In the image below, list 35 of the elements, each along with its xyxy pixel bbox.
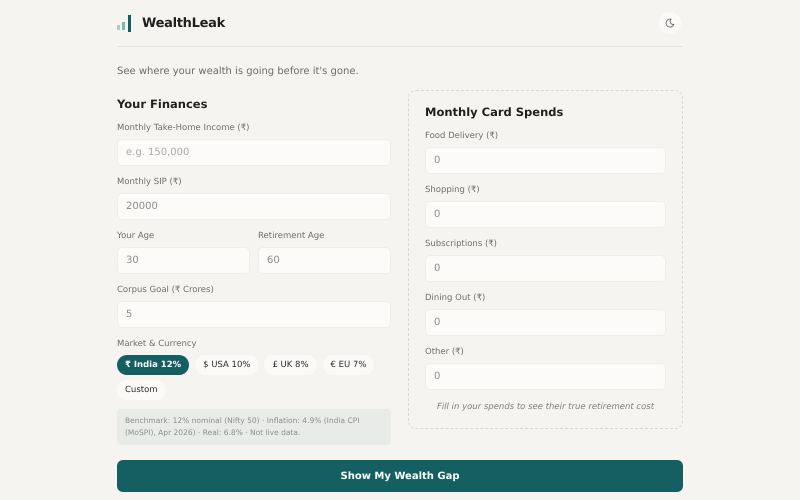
bar-chart-icon [117, 14, 133, 32]
field-label: Market & Currency [117, 339, 198, 349]
input-field[interactable]: 20000 [117, 193, 391, 220]
field-label: Dining Out (₹) [425, 293, 486, 303]
field-label: Other (₹) [425, 347, 465, 357]
field-label: Monthly Take-Home Income (₹) [117, 123, 250, 133]
field-label: Subscriptions (₹) [425, 239, 498, 249]
market-chip[interactable]: £ UK 8% [264, 355, 317, 375]
input-field[interactable]: 0 [425, 147, 666, 174]
input-field[interactable]: 5 [117, 301, 391, 328]
input-field[interactable]: 30 [117, 247, 250, 274]
field-label: Monthly SIP (₹) [117, 177, 183, 187]
brand-name: WealthLeak [142, 16, 225, 30]
field-label: Food Delivery (₹) [425, 131, 500, 141]
section-title: Your Finances [117, 97, 208, 111]
section-title: Monthly Card Spends [425, 105, 564, 119]
market-chip[interactable]: $ USA 10% [195, 355, 258, 375]
tagline: See where your wealth is going before it's gone. [117, 66, 360, 77]
market-chip[interactable]: Custom [117, 380, 166, 400]
input-field[interactable]: 60 [258, 247, 391, 274]
input-field[interactable]: e.g. 150,000 [117, 139, 391, 166]
input-field[interactable]: 0 [425, 363, 666, 390]
field-label: Your Age [117, 231, 156, 241]
field-label: Shopping (₹) [425, 185, 481, 195]
input-field[interactable]: 0 [425, 255, 666, 282]
submit-button[interactable]: Show My Wealth Gap [117, 460, 683, 492]
market-chip[interactable]: ₹ India 12% [117, 355, 190, 375]
input-field[interactable]: 0 [425, 201, 666, 228]
market-chip[interactable]: € EU 7% [322, 355, 374, 375]
theme-toggle-button[interactable] [659, 12, 681, 34]
hint-text: Fill in your spends to see their true retirement cost [436, 402, 656, 412]
moon-icon [665, 18, 675, 28]
field-label: Retirement Age [258, 231, 326, 241]
field-label: Corpus Goal (₹ Crores) [117, 285, 215, 295]
input-field[interactable]: 0 [425, 309, 666, 336]
